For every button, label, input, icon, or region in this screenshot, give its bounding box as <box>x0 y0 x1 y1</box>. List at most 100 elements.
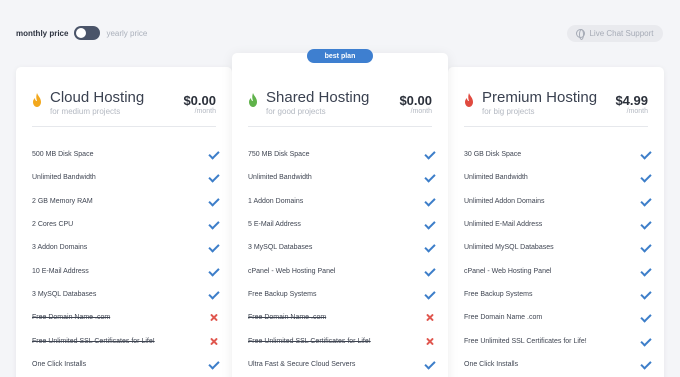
feature-label: 750 MB Disk Space <box>248 151 310 159</box>
plan-card-shared: Shared Hosting for good projects $0.00 /… <box>232 53 448 377</box>
check-icon <box>641 243 650 252</box>
check-icon <box>425 173 434 182</box>
check-icon <box>641 150 650 159</box>
yearly-price-label[interactable]: yearly price <box>106 29 147 38</box>
feature-item: 3 MySQL Databases <box>32 283 218 306</box>
feature-label: Unlimited Bandwidth <box>248 174 312 182</box>
feature-label: cPanel - Web Hosting Panel <box>464 267 552 275</box>
cross-icon <box>425 337 434 346</box>
check-icon <box>641 290 650 299</box>
feature-item: 500 MB Disk Space <box>32 143 218 166</box>
feature-label: Free Backup Systems <box>464 290 533 298</box>
feature-label: 2 GB Memory RAM <box>32 197 93 205</box>
plan-card-cloud: Cloud Hosting for medium projects $0.00 … <box>16 67 232 377</box>
feature-item: Free Unlimited SSL Certificates for Life… <box>32 329 218 352</box>
feature-item: Free Unlimited SSL Certificates for Life… <box>248 329 434 352</box>
globe-icon <box>576 29 586 40</box>
feature-item: cPanel - Web Hosting Panel <box>464 259 650 282</box>
check-icon <box>425 220 434 229</box>
plan-title: Shared Hosting <box>266 89 370 106</box>
plan-price: $0.00 <box>399 93 432 108</box>
feature-item: One Click Installs <box>32 353 218 376</box>
check-icon <box>641 197 650 206</box>
feature-label: 3 MySQL Databases <box>32 290 97 298</box>
feature-item: 10 E-Mail Address <box>32 259 218 282</box>
check-icon <box>425 360 434 369</box>
feature-label: Unlimited Bandwidth <box>464 174 528 182</box>
pricing-toggle: monthly price yearly price <box>16 26 147 40</box>
cross-icon <box>209 337 218 346</box>
feature-item: Unlimited Bandwidth <box>464 166 650 189</box>
feature-label: One Click Installs <box>32 360 87 368</box>
plan-period: /month <box>194 108 216 115</box>
check-icon <box>425 290 434 299</box>
check-icon <box>425 243 434 252</box>
feature-label: Unlimited Bandwidth <box>32 174 96 182</box>
check-icon <box>209 290 218 299</box>
feature-item: Unlimited Bandwidth <box>248 166 434 189</box>
check-icon <box>641 360 650 369</box>
plan-header: Cloud Hosting for medium projects $0.00 … <box>32 88 216 128</box>
feature-label: cPanel - Web Hosting Panel <box>248 267 336 275</box>
feature-label: Free Backup Systems <box>248 290 317 298</box>
monthly-price-label[interactable]: monthly price <box>16 29 68 38</box>
feature-label: Free Domain Name .com <box>464 314 543 322</box>
price-toggle-switch[interactable] <box>74 26 101 40</box>
feature-label: 2 Cores CPU <box>32 221 74 229</box>
feature-item: 3 Addon Domains <box>32 236 218 259</box>
feature-label: 500 MB Disk Space <box>32 151 94 159</box>
plan-subtitle: for big projects <box>482 107 535 116</box>
check-icon <box>209 267 218 276</box>
live-chat-button[interactable]: Live Chat Support <box>567 25 663 42</box>
feature-item: Unlimited E-Mail Address <box>464 213 650 236</box>
feature-item: Unlimited Addon Domains <box>464 190 650 213</box>
feature-label: Free Domain Name .com <box>32 314 111 322</box>
feature-label: 1 Addon Domains <box>248 197 304 205</box>
check-icon <box>641 173 650 182</box>
plan-title: Cloud Hosting <box>50 89 145 106</box>
toggle-knob <box>76 28 87 38</box>
plan-subtitle: for medium projects <box>50 107 121 116</box>
feature-item: Free Backup Systems <box>248 283 434 306</box>
check-icon <box>209 173 218 182</box>
feature-item: 5 E-Mail Address <box>248 213 434 236</box>
check-icon <box>641 220 650 229</box>
feature-item: 30 GB Disk Space <box>464 143 650 166</box>
check-icon <box>425 197 434 206</box>
feature-item: Unlimited Bandwidth <box>32 166 218 189</box>
plan-price: $4.99 <box>615 93 648 108</box>
feature-label: 30 GB Disk Space <box>464 151 522 159</box>
flame-icon <box>465 93 473 107</box>
feature-label: Free Unlimited SSL Certificates for Life… <box>464 337 587 345</box>
check-icon <box>641 267 650 276</box>
best-plan-badge: best plan <box>307 49 373 63</box>
plan-period: /month <box>410 108 432 115</box>
check-icon <box>425 267 434 276</box>
cross-icon <box>209 313 218 322</box>
feature-label: One Click Installs <box>464 360 519 368</box>
check-icon <box>209 360 218 369</box>
feature-item: Ultra Fast & Secure Cloud Servers <box>248 353 434 376</box>
feature-list: 500 MB Disk Space Unlimited Bandwidth 2 GB… <box>32 143 218 376</box>
feature-label: Free Unlimited SSL Certificates for Life… <box>32 337 155 345</box>
check-icon <box>209 220 218 229</box>
feature-label: Unlimited E-Mail Address <box>464 221 543 229</box>
feature-item: cPanel - Web Hosting Panel <box>248 259 434 282</box>
live-chat-label: Live Chat Support <box>589 29 654 38</box>
check-icon <box>209 243 218 252</box>
check-icon <box>425 150 434 159</box>
feature-item: 2 GB Memory RAM <box>32 190 218 213</box>
feature-label: 3 MySQL Databases <box>248 244 313 252</box>
divider <box>32 126 216 127</box>
check-icon <box>209 197 218 206</box>
feature-label: 10 E-Mail Address <box>32 267 89 275</box>
feature-item: Free Unlimited SSL Certificates for Life… <box>464 329 650 352</box>
feature-item: Unlimited MySQL Databases <box>464 236 650 259</box>
flame-icon <box>249 93 257 107</box>
plan-header: Premium Hosting for big projects $4.99 /… <box>464 88 648 128</box>
divider <box>248 126 432 127</box>
plan-subtitle: for good projects <box>266 107 326 116</box>
flame-icon <box>33 93 41 107</box>
plan-price: $0.00 <box>183 93 216 108</box>
plan-card-premium: Premium Hosting for big projects $4.99 /… <box>448 67 664 377</box>
